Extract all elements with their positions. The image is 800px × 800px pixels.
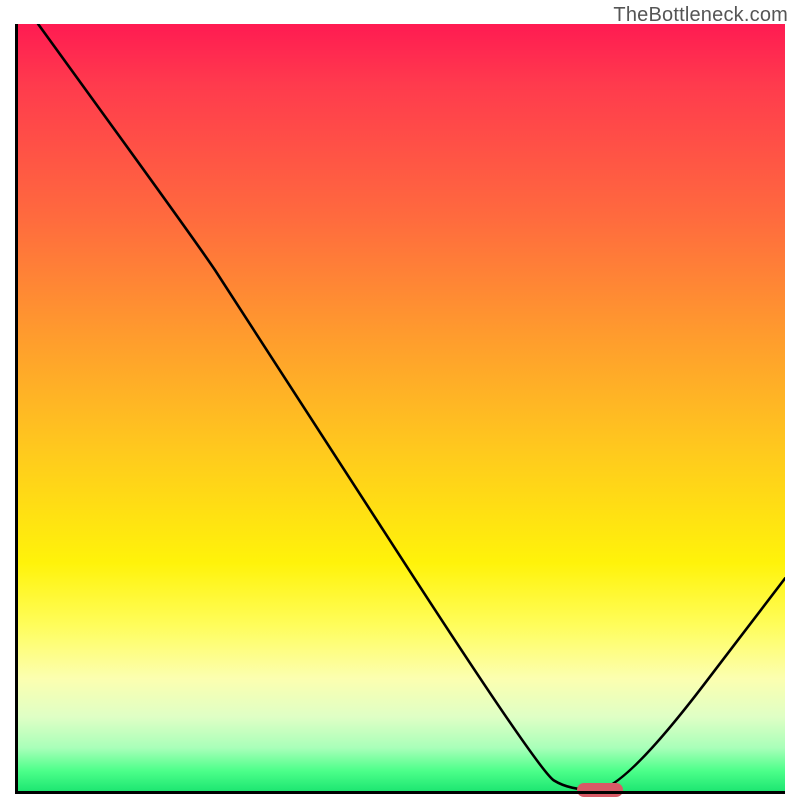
bottleneck-chart xyxy=(15,24,785,794)
bottleneck-curve-path xyxy=(38,24,785,790)
chart-curve-svg xyxy=(15,24,785,794)
y-axis-line xyxy=(15,24,18,794)
watermark-text: TheBottleneck.com xyxy=(613,4,788,27)
x-axis-line xyxy=(15,791,785,794)
